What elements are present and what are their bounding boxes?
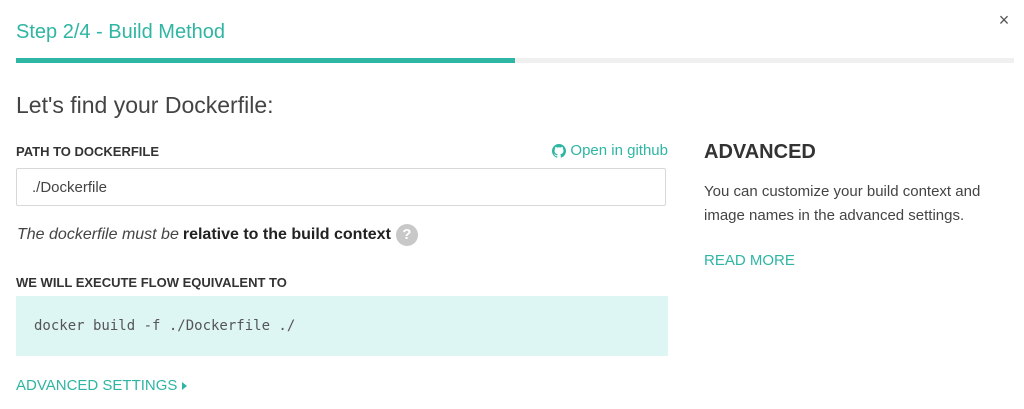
hint-italic-text: The dockerfile must be xyxy=(17,226,179,243)
progress-bar xyxy=(16,58,1014,63)
github-link-label: Open in github xyxy=(570,142,668,159)
command-text: docker build -f ./Dockerfile ./ xyxy=(34,318,296,334)
close-icon[interactable]: × xyxy=(994,8,1014,32)
step-title: Step 2/4 - Build Method xyxy=(16,21,226,43)
path-label: PATH TO DOCKERFILE xyxy=(16,144,159,159)
command-box: docker build -f ./Dockerfile ./ xyxy=(16,296,668,356)
hint-bold-text: relative to the build context xyxy=(182,226,391,243)
path-hint: The dockerfile must be relative to the b… xyxy=(17,224,418,246)
advanced-heading: ADVANCED xyxy=(704,141,816,163)
caret-right-icon xyxy=(182,381,188,390)
advanced-settings-toggle[interactable]: ADVANCED SETTINGS xyxy=(16,377,188,394)
open-in-github-link[interactable]: Open in github xyxy=(552,142,668,159)
progress-fill xyxy=(16,58,515,63)
advanced-settings-label: ADVANCED SETTINGS xyxy=(16,377,178,394)
page-heading: Let's find your Dockerfile: xyxy=(16,92,274,118)
advanced-description: You can customize your build context and… xyxy=(704,183,981,224)
github-icon xyxy=(552,143,567,158)
exec-label: WE WILL EXECUTE FLOW EQUIVALENT TO xyxy=(16,275,287,290)
dockerfile-path-input[interactable] xyxy=(16,168,666,206)
help-icon[interactable]: ? xyxy=(395,224,418,246)
read-more-link[interactable]: READ MORE xyxy=(704,252,795,269)
